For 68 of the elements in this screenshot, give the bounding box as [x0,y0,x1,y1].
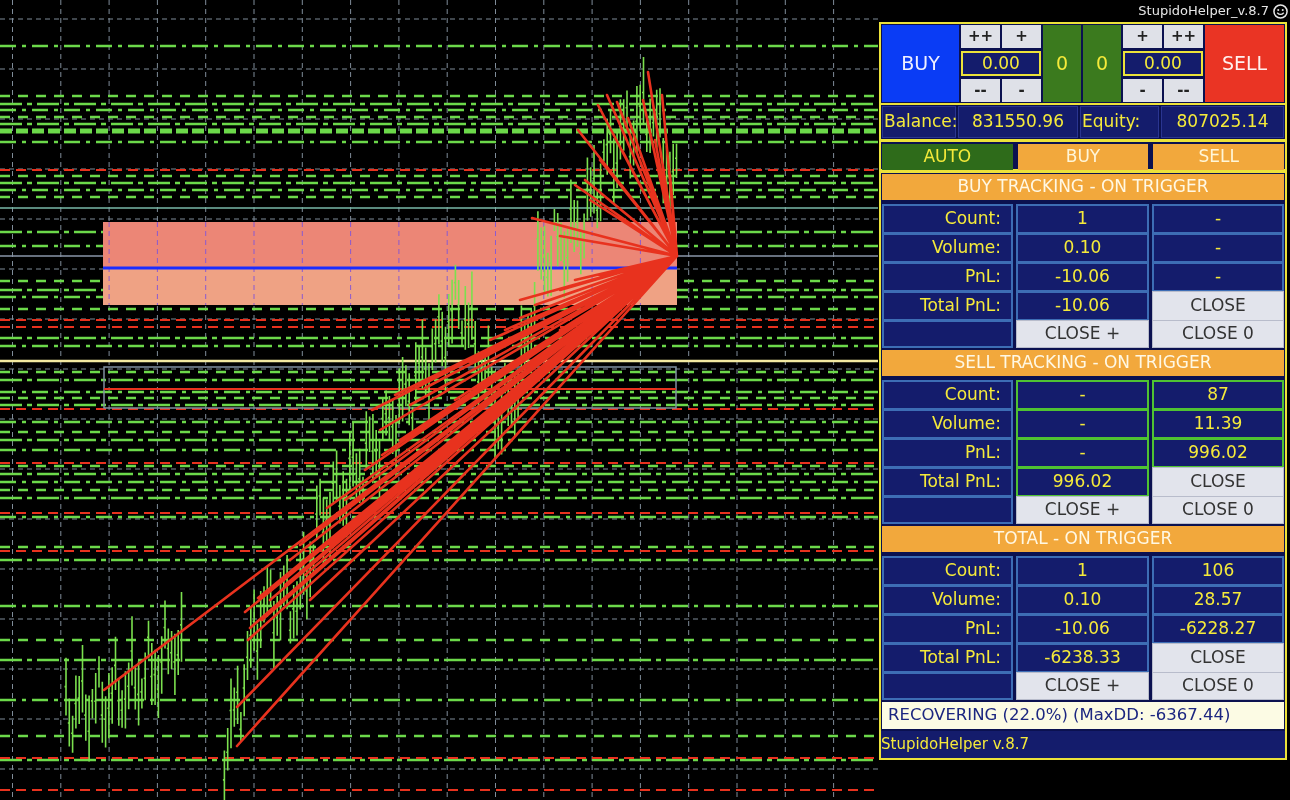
value-cell: 996.02 [1152,438,1284,468]
row-label: Count: [882,380,1013,410]
row-label: Total PnL: [882,467,1013,497]
lot-field[interactable]: 0.00 [1123,51,1203,76]
value-cell: - [1152,233,1284,263]
row-label: Volume: [882,409,1013,439]
close-button[interactable]: CLOSE + [1016,320,1149,348]
value-cell: -10.06 [1016,291,1149,321]
mode-tab[interactable]: AUTO [882,144,1013,170]
step-button[interactable]: - [1002,79,1041,102]
section-header: TOTAL - ON TRIGGER [882,526,1284,552]
close-button[interactable]: CLOSE 0 [1152,496,1284,524]
step-button[interactable]: + [1123,25,1162,48]
row-label: PnL: [882,262,1013,292]
row-label: PnL: [882,438,1013,468]
value-cell: - [1152,204,1284,234]
app-title: StupidoHelper_v.8.7 [1138,2,1269,21]
close-button[interactable]: CLOSE [1152,643,1284,673]
row-label: Total PnL: [882,643,1013,673]
close-button[interactable]: CLOSE + [1016,496,1149,524]
value-cell: - [1016,438,1149,468]
footer-text: StupidoHelper v.8.7 [881,731,1285,758]
buy-button[interactable]: BUY [882,25,959,102]
lot-field[interactable]: 0.00 [961,51,1041,76]
row-label: Count: [882,556,1013,586]
step-button[interactable]: -- [1164,79,1203,102]
row-label: Total PnL: [882,291,1013,321]
account-value: 807025.14 [1161,106,1284,138]
step-button[interactable]: + [1002,25,1041,48]
account-label: Equity: [1080,106,1159,138]
row-label: Volume: [882,233,1013,263]
step-button[interactable]: - [1123,79,1162,102]
row-label: Count: [882,204,1013,234]
value-cell: 0.10 [1016,585,1149,615]
counter-display: 0 [1083,25,1121,102]
value-cell: 0.10 [1016,233,1149,263]
value-cell: 996.02 [1016,467,1149,497]
value-cell: -6238.33 [1016,643,1149,673]
value-cell: -6228.27 [1152,614,1284,644]
value-cell: -10.06 [1016,614,1149,644]
close-button[interactable]: CLOSE + [1016,672,1149,700]
value-cell: 1 [1016,556,1149,586]
account-label: Balance: [882,106,956,138]
step-button[interactable]: -- [961,79,1000,102]
account-value: 831550.96 [958,106,1078,138]
row-label: Volume: [882,585,1013,615]
close-button[interactable]: CLOSE 0 [1152,672,1284,700]
value-cell: - [1016,409,1149,439]
value-cell: - [1016,380,1149,410]
value-cell: -10.06 [1016,262,1149,292]
value-cell: 11.39 [1152,409,1284,439]
value-cell: 87 [1152,380,1284,410]
close-button[interactable]: CLOSE [1152,467,1284,497]
section-header: SELL TRACKING - ON TRIGGER [882,350,1284,376]
status-message: RECOVERING (22.0%) (MaxDD: -6367.44) [882,702,1284,729]
sell-button[interactable]: SELL [1205,25,1284,102]
value-cell: 28.57 [1152,585,1284,615]
row-label: PnL: [882,614,1013,644]
value-cell: - [1152,262,1284,292]
step-button[interactable]: ++ [1164,25,1203,48]
value-cell: 1 [1016,204,1149,234]
smiley-icon [1273,3,1288,19]
step-button[interactable]: ++ [961,25,1000,48]
value-cell: 106 [1152,556,1284,586]
section-header: BUY TRACKING - ON TRIGGER [882,174,1284,200]
counter-display: 0 [1043,25,1081,102]
close-button[interactable]: CLOSE 0 [1152,320,1284,348]
close-button[interactable]: CLOSE [1152,291,1284,321]
